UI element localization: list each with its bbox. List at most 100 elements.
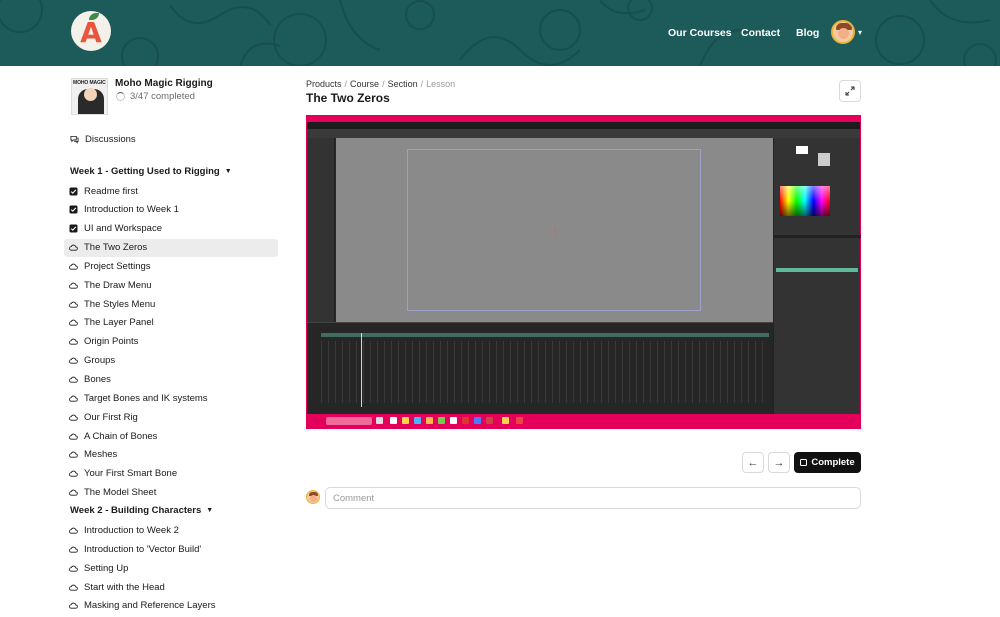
lesson-label: Origin Points	[84, 336, 139, 348]
lesson-item[interactable]: Setting Up	[64, 559, 278, 577]
lesson-label: Readme first	[84, 185, 138, 197]
section-header[interactable]: Week 2 - Building Characters ▼	[70, 505, 213, 516]
cloud-icon	[69, 337, 78, 346]
section-title: Week 2 - Building Characters	[70, 505, 202, 517]
lesson-label: Start with the Head	[84, 581, 165, 593]
lesson-item[interactable]: Introduction to Week 2	[64, 521, 278, 539]
lesson-item[interactable]: Your First Smart Bone	[64, 465, 278, 483]
site-logo[interactable]: A	[71, 11, 111, 51]
breadcrumb-separator: /	[344, 79, 348, 89]
cloud-icon	[69, 394, 78, 403]
cloud-icon	[69, 583, 78, 592]
lesson-item[interactable]: The Styles Menu	[64, 295, 278, 313]
fullscreen-button[interactable]	[839, 80, 861, 102]
lesson-label: The Draw Menu	[84, 279, 152, 291]
cloud-icon	[69, 432, 78, 441]
comment-avatar	[306, 490, 320, 504]
nav-blog[interactable]: Blog	[796, 27, 819, 39]
logo-letter: A	[80, 16, 102, 49]
lesson-label: Setting Up	[84, 562, 129, 574]
lesson-item[interactable]: UI and Workspace	[64, 220, 278, 238]
lesson-item[interactable]: The Two Zeros	[64, 238, 278, 257]
lesson-label: Masking and Reference Layers	[84, 600, 216, 612]
breadcrumb-section[interactable]: Section	[388, 79, 418, 89]
cloud-icon	[69, 281, 78, 290]
course-thumbnail: MOHO MAGIC	[71, 78, 108, 115]
page-title: The Two Zeros	[306, 91, 390, 105]
previous-lesson-button[interactable]: ←	[742, 452, 764, 473]
lesson-item[interactable]: Our First Rig	[64, 408, 278, 426]
breadcrumb-lesson: Lesson	[426, 79, 456, 89]
lesson-label: Bones	[84, 374, 111, 385]
chat-bubbles-icon	[70, 135, 79, 144]
next-lesson-button[interactable]: →	[768, 452, 790, 473]
lesson-item[interactable]: Project Settings	[64, 257, 278, 275]
arrow-right-icon: →	[773, 456, 785, 469]
caret-down-icon: ▼	[206, 507, 214, 515]
lesson-label: The Layer Panel	[84, 317, 154, 329]
complete-label: Complete	[811, 457, 855, 468]
lesson-label: Introduction to Week 1	[84, 204, 179, 216]
lesson-item[interactable]: The Model Sheet	[64, 484, 278, 502]
cloud-icon	[69, 243, 78, 252]
cloud-icon	[69, 318, 78, 327]
lesson-label: Meshes	[84, 449, 118, 461]
lesson-item[interactable]: Bones	[64, 371, 278, 389]
course-title[interactable]: Moho Magic Rigging	[115, 78, 213, 89]
lesson-label: Our First Rig	[84, 411, 138, 423]
lesson-item[interactable]: Readme first	[64, 182, 278, 200]
complete-button[interactable]: Complete	[794, 452, 861, 473]
cloud-icon	[69, 262, 78, 271]
lesson-video[interactable]	[306, 115, 861, 429]
lesson-label: Project Settings	[84, 260, 151, 272]
checkbox-checked-icon	[69, 187, 78, 196]
cloud-icon	[69, 356, 78, 365]
nav-our-courses[interactable]: Our Courses	[668, 27, 732, 39]
cloud-icon	[69, 413, 78, 422]
lesson-label: UI and Workspace	[84, 223, 162, 235]
expand-icon	[845, 86, 855, 96]
section-title: Week 1 - Getting Used to Rigging	[70, 166, 220, 177]
cloud-icon	[69, 545, 78, 554]
video-app-screenshot	[307, 122, 861, 422]
lesson-item[interactable]: Meshes	[64, 446, 278, 464]
progress-ring-icon	[116, 92, 125, 101]
lesson-item[interactable]: Introduction to 'Vector Build'	[64, 540, 278, 558]
user-menu-button[interactable]: ▾	[831, 20, 865, 44]
lesson-item[interactable]: The Layer Panel	[64, 314, 278, 332]
breadcrumb-course[interactable]: Course	[350, 79, 379, 89]
lesson-label: The Styles Menu	[84, 298, 156, 310]
cloud-icon	[69, 375, 78, 384]
discussions-link[interactable]: Discussions	[70, 134, 136, 145]
cloud-icon	[69, 450, 78, 459]
cloud-icon	[69, 469, 78, 478]
lesson-label: Target Bones and IK systems	[84, 392, 208, 404]
breadcrumb-products[interactable]: Products	[306, 79, 342, 89]
lesson-item[interactable]: Masking and Reference Layers	[64, 597, 278, 615]
breadcrumb: Products / Course / Section / Lesson	[306, 79, 455, 89]
avatar	[831, 20, 855, 44]
lesson-item[interactable]: Groups	[64, 352, 278, 370]
breadcrumb-separator: /	[382, 79, 385, 89]
section-header[interactable]: Week 1 - Getting Used to Rigging ▼	[70, 166, 232, 177]
thumbnail-text: MOHO MAGIC	[73, 80, 106, 86]
cloud-icon	[69, 601, 78, 610]
lesson-item[interactable]: The Draw Menu	[64, 276, 278, 294]
cloud-icon	[69, 488, 78, 497]
lesson-item[interactable]: Start with the Head	[64, 578, 278, 596]
progress-text: 3/47 completed	[130, 91, 195, 102]
course-progress: 3/47 completed	[116, 91, 195, 102]
comment-input[interactable]	[325, 487, 861, 509]
lesson-item[interactable]: Origin Points	[64, 333, 278, 351]
lesson-item[interactable]: A Chain of Bones	[64, 427, 278, 445]
discussions-label: Discussions	[85, 134, 136, 145]
cloud-icon	[69, 526, 78, 535]
lesson-item[interactable]: Target Bones and IK systems	[64, 389, 278, 407]
nav-contact[interactable]: Contact	[741, 27, 780, 39]
site-header: A Our Courses Contact Blog ▾	[0, 0, 1000, 66]
lesson-item[interactable]: Introduction to Week 1	[64, 201, 278, 219]
lesson-label: The Two Zeros	[84, 242, 148, 254]
lesson-label: Introduction to 'Vector Build'	[84, 543, 202, 555]
chevron-down-icon: ▾	[858, 27, 863, 37]
cloud-icon	[69, 300, 78, 309]
